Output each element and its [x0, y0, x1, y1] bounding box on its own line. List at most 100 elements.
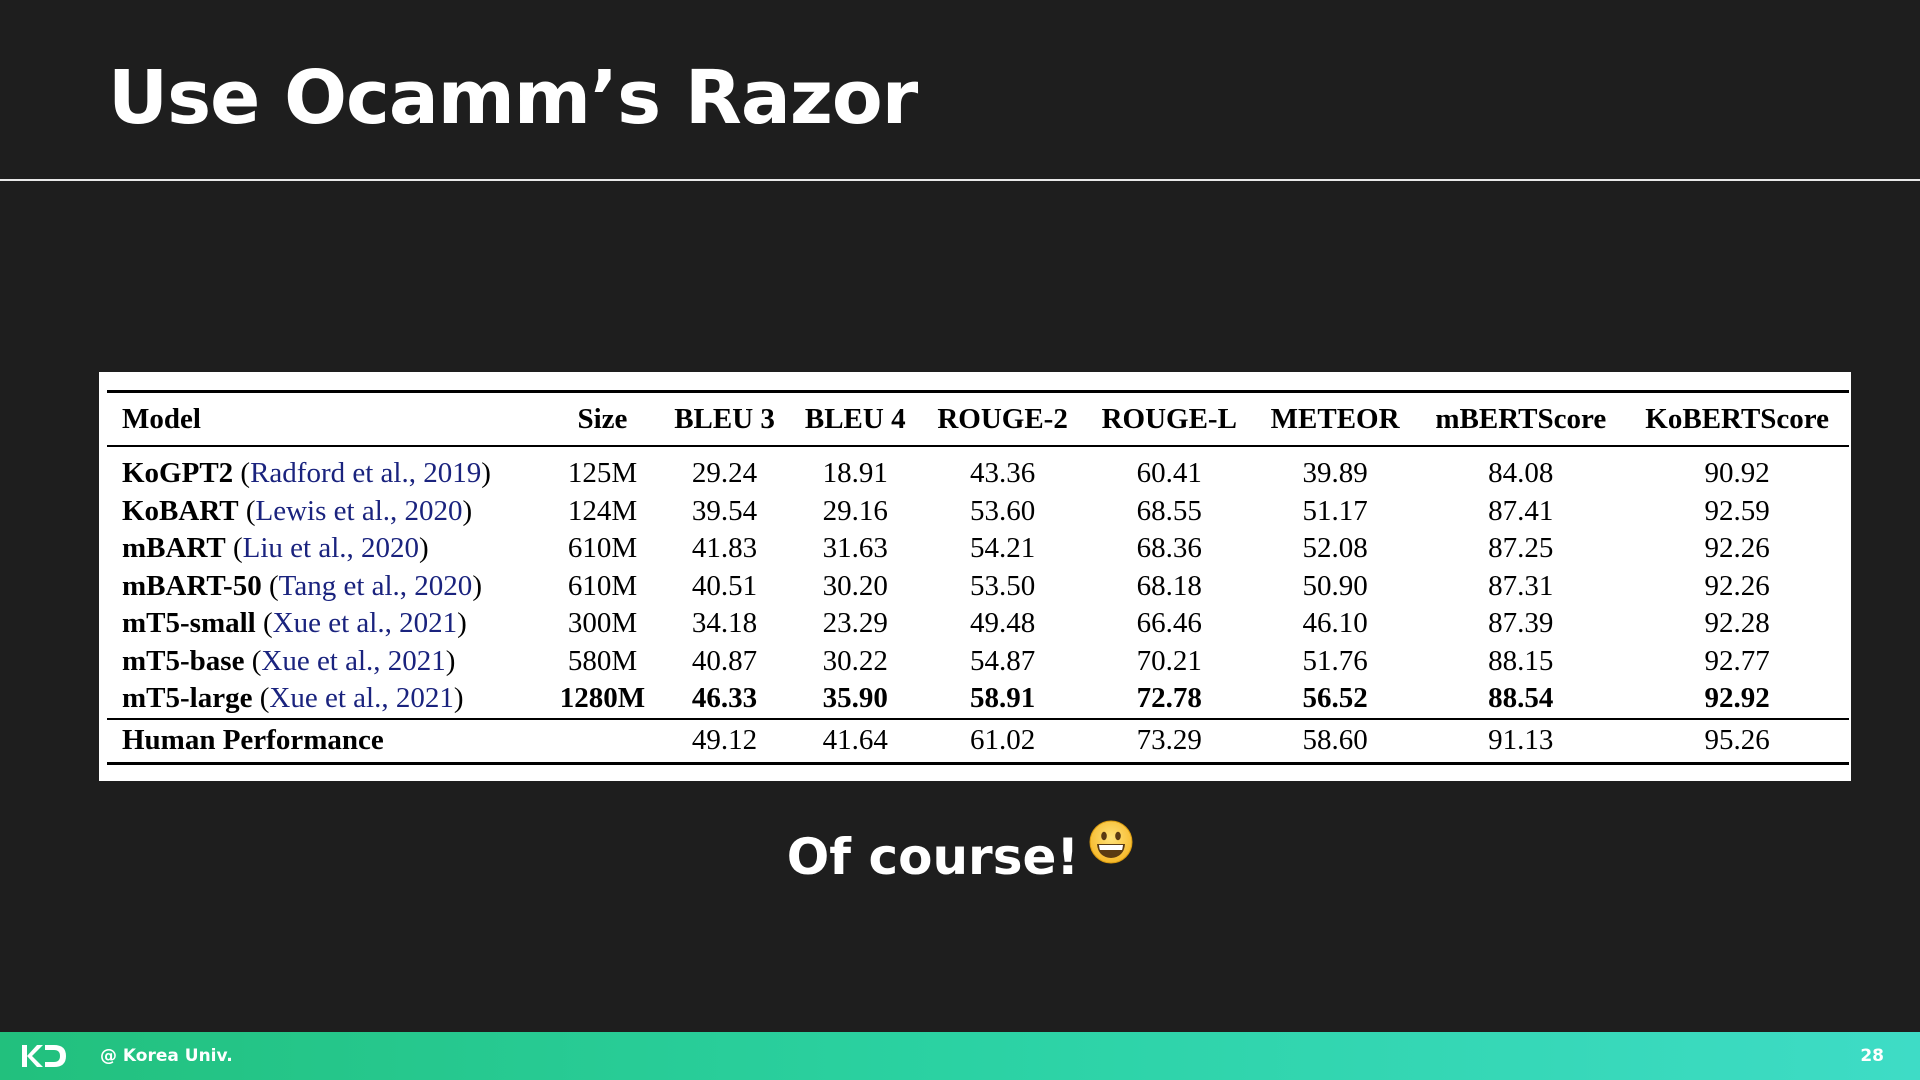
- subtitle-text: Of course!: [786, 828, 1080, 886]
- grinning-face-icon: [1089, 820, 1133, 864]
- citation-link[interactable]: Tang et al., 2020: [279, 570, 473, 602]
- kobertscore-cell: 92.26: [1704, 532, 1770, 565]
- model-name: mT5-small: [122, 607, 256, 640]
- bleu4-cell: 23.29: [822, 607, 888, 640]
- citation-link[interactable]: Xue et al., 2021: [269, 682, 453, 714]
- bleu4-cell: 31.63: [822, 532, 888, 565]
- page-number: 28: [1860, 1046, 1884, 1066]
- table-row: KoBART (Lewis et al., 2020) 124M 39.54 2…: [107, 493, 1849, 531]
- meteor-cell: 52.08: [1302, 532, 1368, 565]
- citation-link[interactable]: Xue et al., 2021: [261, 645, 445, 677]
- rouge2-cell: 53.50: [969, 569, 1036, 602]
- model-cell: mT5-base (Xue et al., 2021): [122, 644, 456, 677]
- model-name: KoBART: [122, 494, 239, 527]
- KU-logo-icon: [22, 1045, 66, 1067]
- bleu3-cell: 41.83: [691, 532, 758, 565]
- bleu4-cell: 29.16: [822, 494, 888, 527]
- size-cell: 610M: [567, 569, 638, 602]
- meteor-cell: 46.10: [1302, 607, 1368, 640]
- kobertscore-cell: 92.26: [1704, 569, 1770, 602]
- kobertscore-cell: 92.77: [1704, 644, 1770, 677]
- model-cell: mT5-small (Xue et al., 2021): [122, 607, 467, 640]
- header-bleu4: BLEU 4: [789, 390, 921, 447]
- rougel-cell: 70.21: [1136, 644, 1202, 677]
- human-label: Human Performance: [122, 724, 384, 756]
- rougel-cell: 68.36: [1136, 532, 1202, 565]
- table-row: mT5-base (Xue et al., 2021) 580M 40.87 3…: [107, 643, 1849, 681]
- rougel-cell: 72.78: [1136, 682, 1202, 715]
- meteor-cell: 58.60: [1253, 717, 1417, 765]
- table-row-best: mT5-large (Xue et al., 2021) 1280M 46.33…: [107, 680, 1849, 719]
- kobertscore-cell: 92.92: [1704, 682, 1770, 715]
- model-cell: mT5-large (Xue et al., 2021): [122, 682, 464, 715]
- mbertscore-cell: 87.41: [1488, 494, 1554, 527]
- rouge2-cell: 49.48: [969, 607, 1036, 640]
- size-cell: 125M: [567, 457, 638, 490]
- bleu4-cell: 30.20: [822, 569, 888, 602]
- results-table: Model Size BLEU 3 BLEU 4 ROUGE-2 ROUGE-L…: [107, 390, 1849, 765]
- bleu3-cell: 34.18: [691, 607, 758, 640]
- size-cell: 580M: [567, 644, 638, 677]
- slide: Use Ocamm’s Razor Model Size BLEU 3 BLEU…: [0, 0, 1920, 1080]
- rouge2-cell: 58.91: [969, 682, 1036, 715]
- bleu3-cell: 40.87: [691, 644, 758, 677]
- kobertscore-cell: 95.26: [1625, 717, 1849, 765]
- human-performance-row: Human Performance 49.12 41.64 61.02 73.2…: [107, 717, 1849, 765]
- model-name: mBART-50: [122, 569, 262, 602]
- model-cell: mBART-50 (Tang et al., 2020): [122, 569, 482, 602]
- model-name: KoGPT2: [122, 457, 234, 490]
- results-table-panel: Model Size BLEU 3 BLEU 4 ROUGE-2 ROUGE-L…: [99, 372, 1851, 781]
- table-header-row: Model Size BLEU 3 BLEU 4 ROUGE-2 ROUGE-L…: [107, 390, 1849, 447]
- bleu4-cell: 18.91: [822, 457, 888, 490]
- rougel-cell: 73.29: [1084, 717, 1254, 765]
- table-row: KoGPT2 (Radford et al., 2019) 125M 29.24…: [107, 446, 1849, 493]
- human-label-cell: Human Performance: [107, 717, 546, 765]
- header-kobertscore: KoBERTScore: [1625, 390, 1849, 447]
- meteor-cell: 50.90: [1302, 569, 1368, 602]
- model-name: mT5-large: [122, 682, 253, 715]
- citation-link[interactable]: Xue et al., 2021: [273, 607, 457, 639]
- bleu3-cell: 46.33: [691, 682, 758, 715]
- rouge2-cell: 61.02: [920, 717, 1085, 765]
- meteor-cell: 39.89: [1302, 457, 1368, 490]
- kobertscore-cell: 92.28: [1704, 607, 1770, 640]
- bleu4-cell: 30.22: [822, 644, 888, 677]
- bleu3-cell: 49.12: [659, 717, 790, 765]
- bleu4-cell: 35.90: [822, 682, 888, 715]
- size-cell: 300M: [567, 607, 638, 640]
- header-model: Model: [107, 390, 546, 447]
- rougel-cell: 60.41: [1136, 457, 1202, 490]
- mbertscore-cell: 87.31: [1488, 569, 1554, 602]
- model-cell: KoBART (Lewis et al., 2020): [122, 494, 473, 527]
- mbertscore-cell: 88.15: [1488, 644, 1554, 677]
- rouge2-cell: 54.21: [969, 532, 1036, 565]
- bleu4-cell: 41.64: [789, 717, 921, 765]
- citation-link[interactable]: Radford et al., 2019: [250, 457, 481, 489]
- size-cell: 124M: [567, 494, 638, 527]
- bleu3-cell: 40.51: [691, 569, 758, 602]
- footer-bar: @ Korea Univ. 28: [0, 1032, 1920, 1080]
- size-cell: [545, 717, 660, 765]
- header-rouge2: ROUGE-2: [920, 390, 1085, 447]
- header-meteor: METEOR: [1253, 390, 1417, 447]
- model-name: mT5-base: [122, 644, 245, 677]
- meteor-cell: 56.52: [1302, 682, 1368, 715]
- kobertscore-cell: 90.92: [1704, 457, 1770, 490]
- citation-link[interactable]: Liu et al., 2020: [243, 532, 419, 564]
- kobertscore-cell: 92.59: [1704, 494, 1770, 527]
- model-name: mBART: [122, 532, 226, 565]
- citation-link[interactable]: Lewis et al., 2020: [256, 495, 463, 527]
- table-row: mBART (Liu et al., 2020) 610M 41.83 31.6…: [107, 530, 1849, 568]
- size-cell: 610M: [567, 532, 638, 565]
- footer-affiliation: @ Korea Univ.: [100, 1046, 233, 1066]
- model-cell: mBART (Liu et al., 2020): [122, 532, 429, 565]
- bleu3-cell: 29.24: [691, 457, 758, 490]
- rouge2-cell: 53.60: [969, 494, 1036, 527]
- rougel-cell: 68.55: [1136, 494, 1202, 527]
- slide-subtitle: Of course!: [0, 820, 1920, 890]
- model-cell: KoGPT2 (Radford et al., 2019): [122, 457, 491, 490]
- header-mbertscore: mBERTScore: [1416, 390, 1626, 447]
- header-rougel: ROUGE-L: [1084, 390, 1254, 447]
- header-size: Size: [545, 390, 660, 447]
- meteor-cell: 51.17: [1302, 494, 1368, 527]
